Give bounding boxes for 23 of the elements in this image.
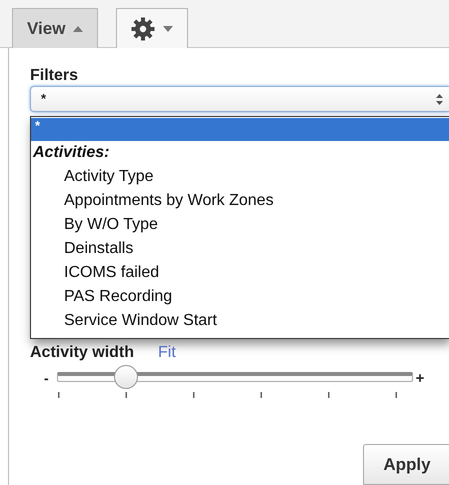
dropdown-option[interactable]: Appointments by Work Zones [31, 189, 449, 213]
caret-icon [163, 26, 174, 32]
option-group-label: Activities: [32, 143, 110, 163]
view-button[interactable]: View [12, 8, 98, 48]
min-label: - [44, 369, 49, 388]
settings-icon [131, 16, 156, 40]
dropdown-option[interactable]: Activity Type [31, 165, 449, 189]
settings-button[interactable] [116, 8, 188, 48]
filter-select[interactable]: * [30, 86, 449, 112]
dropdown-option[interactable]: Deinstalls [31, 237, 449, 261]
caret-icon [73, 26, 84, 32]
slider-thumb[interactable] [114, 365, 138, 389]
dropdown-option[interactable]: PAS Recording [31, 285, 449, 309]
dropdown-option[interactable]: Service Window Start [31, 309, 449, 333]
filters-label: Filters [30, 66, 80, 86]
updown-icon [436, 94, 443, 104]
dropdown-option[interactable]: * [31, 118, 449, 141]
max-label: + [416, 369, 424, 389]
apply-button[interactable]: Apply [363, 444, 449, 485]
fit-link[interactable]: Fit [158, 344, 176, 362]
dropdown-option[interactable]: ICOMS failed [31, 261, 449, 285]
activity-width-label: Activity width [30, 344, 134, 362]
dropdown-option[interactable]: By W/O Type [31, 213, 449, 237]
